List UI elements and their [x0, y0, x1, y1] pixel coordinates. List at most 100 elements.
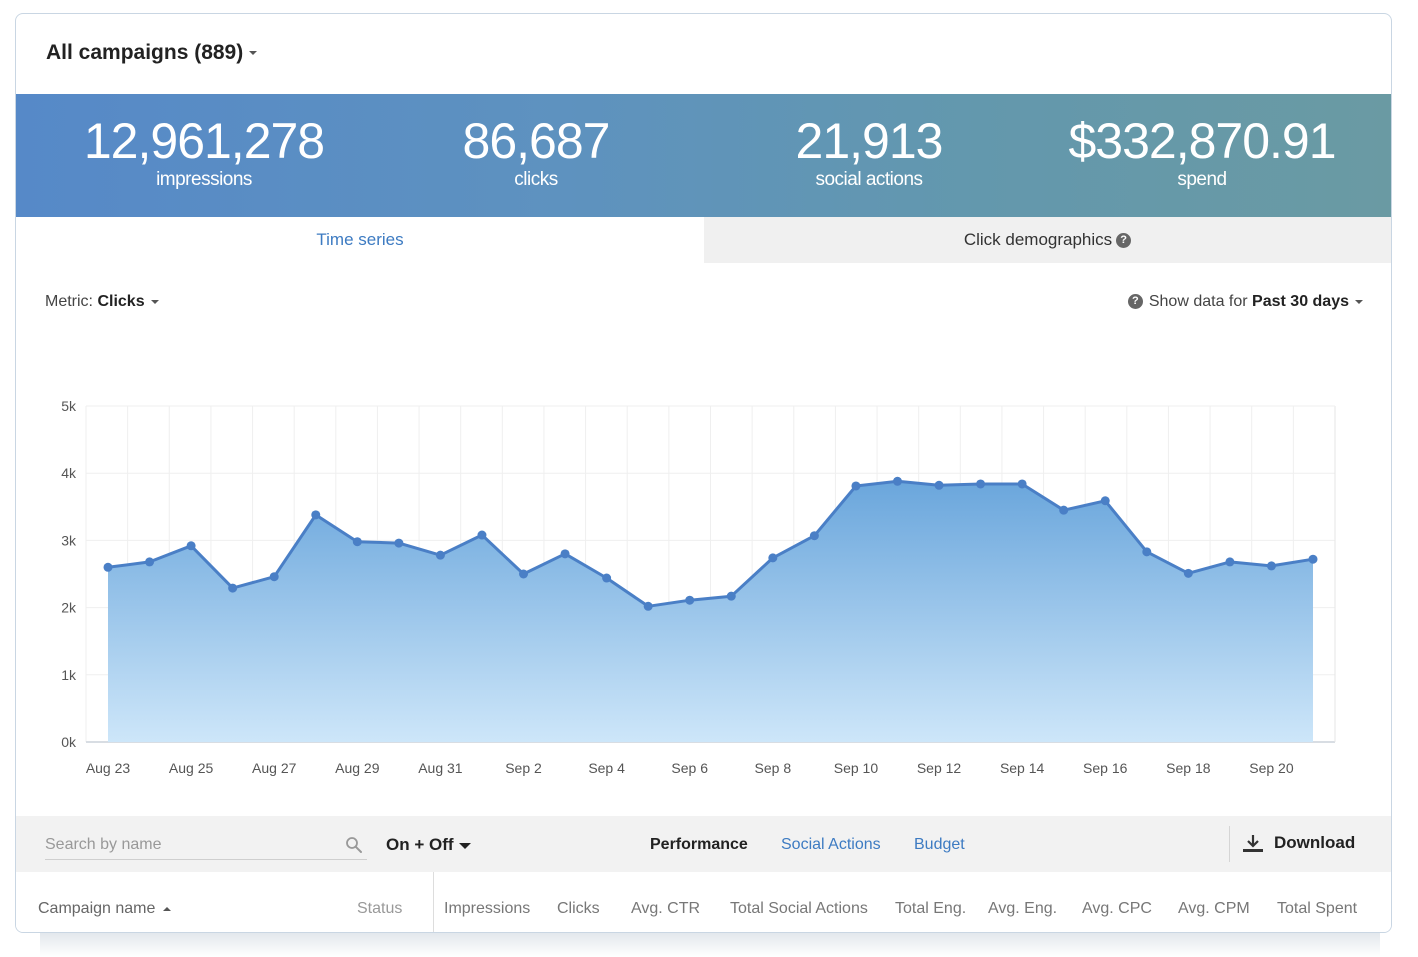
- search-field: [45, 833, 367, 860]
- x-tick-label: Sep 14: [1000, 760, 1045, 776]
- help-icon[interactable]: ?: [1116, 233, 1132, 249]
- column-clicks[interactable]: Clicks: [557, 900, 600, 918]
- y-tick-label: 2k: [61, 600, 77, 616]
- column-avg-ctr[interactable]: Avg. CTR: [631, 900, 700, 918]
- y-tick-label: 4k: [61, 465, 77, 481]
- stat-spend: $332,870.91 spend: [1032, 94, 1372, 191]
- data-point: [311, 510, 321, 520]
- tab-time-series[interactable]: Time series: [16, 217, 704, 263]
- view-performance[interactable]: Performance: [650, 836, 748, 854]
- data-point: [1225, 557, 1235, 567]
- column-campaign-name[interactable]: Campaign name: [38, 900, 172, 918]
- column-avg-cpc[interactable]: Avg. CPC: [1082, 900, 1152, 918]
- campaign-selector[interactable]: All campaigns (889): [46, 41, 258, 65]
- tab-label: Time series: [316, 230, 404, 249]
- x-tick-label: Sep 20: [1249, 760, 1294, 776]
- data-point: [643, 601, 653, 611]
- column-status[interactable]: Status: [357, 900, 402, 918]
- tab-label: Click demographics: [963, 230, 1113, 249]
- x-tick-label: Sep 10: [834, 760, 879, 776]
- data-point: [145, 557, 155, 567]
- data-point: [477, 530, 487, 540]
- data-point: [1017, 479, 1027, 489]
- x-tick-label: Sep 8: [755, 760, 792, 776]
- x-tick-label: Sep 4: [588, 760, 625, 776]
- campaign-selector-label: All campaigns (889): [46, 41, 244, 64]
- x-tick-label: Aug 29: [335, 760, 380, 776]
- data-point: [726, 591, 736, 601]
- status-filter-label: On + Off: [386, 835, 454, 854]
- date-range-selector[interactable]: ? Show data for Past 30 days: [1127, 293, 1363, 311]
- stat-value: 12,961,278: [83, 113, 325, 169]
- stats-banner: 12,961,278 impressions 86,687 clicks 21,…: [16, 94, 1391, 217]
- data-point: [228, 583, 238, 593]
- data-point: [435, 550, 445, 560]
- stat-clicks: 86,687 clicks: [366, 94, 706, 191]
- data-point: [768, 553, 778, 563]
- metric-value: Clicks: [97, 293, 145, 310]
- data-point: [976, 479, 986, 489]
- chevron-down-icon: [249, 51, 258, 56]
- clicks-area-chart: 0k 1k 2k 3k 4k 5k Aug 23 Aug 25 Aug 27 Aug 29 Aug…: [61, 398, 1336, 776]
- x-tick-label: Sep 2: [505, 760, 542, 776]
- x-tick-label: Sep 6: [671, 760, 708, 776]
- view-budget[interactable]: Budget: [914, 836, 965, 854]
- sort-ascending-icon: [163, 906, 172, 911]
- data-point: [1100, 496, 1110, 506]
- tab-click-demographics[interactable]: Click demographics?: [704, 217, 1391, 263]
- column-total-eng[interactable]: Total Eng.: [895, 900, 966, 918]
- data-point: [519, 569, 529, 579]
- stat-value: 86,687: [462, 113, 611, 169]
- data-point: [269, 572, 279, 582]
- data-point: [103, 562, 113, 572]
- chevron-down-icon: [458, 842, 471, 849]
- card-header: All campaigns (889): [16, 14, 1391, 94]
- campaign-dashboard-card: All campaigns (889) 12,961,278 impressio…: [15, 13, 1392, 933]
- chevron-down-icon: [150, 299, 159, 304]
- stat-label: spend: [1177, 169, 1227, 190]
- x-tick-label: Sep 16: [1083, 760, 1128, 776]
- x-tick-label: Sep 18: [1166, 760, 1211, 776]
- data-point: [685, 595, 695, 605]
- toolbar-divider: [1229, 826, 1230, 862]
- y-tick-label: 1k: [61, 667, 77, 683]
- search-icon[interactable]: [345, 836, 363, 854]
- column-total-social-actions[interactable]: Total Social Actions: [730, 900, 868, 918]
- column-avg-cpm[interactable]: Avg. CPM: [1178, 900, 1250, 918]
- metric-selector[interactable]: Metric: Clicks: [45, 293, 159, 311]
- data-point: [602, 573, 612, 583]
- download-button[interactable]: Download: [1242, 833, 1355, 854]
- column-label: Campaign name: [38, 900, 156, 917]
- column-impressions[interactable]: Impressions: [444, 900, 530, 918]
- chevron-down-icon: [1355, 299, 1363, 304]
- stat-label: clicks: [514, 169, 558, 190]
- table-toolbar: On + Off Performance Social Actions Budg…: [16, 816, 1391, 872]
- search-input[interactable]: [45, 833, 335, 857]
- data-point: [352, 537, 362, 547]
- data-point: [1308, 554, 1318, 564]
- data-point: [186, 541, 196, 551]
- range-value: Past 30 days: [1252, 293, 1349, 310]
- range-label: Show data for: [1148, 293, 1248, 310]
- data-point: [1266, 561, 1276, 571]
- view-social-actions[interactable]: Social Actions: [781, 836, 881, 854]
- column-avg-eng[interactable]: Avg. Eng.: [988, 900, 1057, 918]
- stat-label: social actions: [815, 169, 923, 190]
- download-icon: [1243, 834, 1263, 852]
- x-tick-label: Aug 31: [418, 760, 463, 776]
- help-icon[interactable]: ?: [1127, 294, 1143, 310]
- x-tick-label: Sep 12: [917, 760, 962, 776]
- download-label: Download: [1274, 833, 1356, 852]
- column-total-spent[interactable]: Total Spent: [1277, 900, 1357, 918]
- stat-social-actions: 21,913 social actions: [699, 94, 1039, 191]
- data-point: [892, 476, 902, 486]
- data-point: [851, 481, 861, 491]
- y-tick-label: 3k: [61, 532, 77, 548]
- data-point: [1059, 505, 1069, 515]
- data-point: [1142, 547, 1152, 557]
- x-tick-label: Aug 25: [169, 760, 214, 776]
- stat-value: 21,913: [795, 113, 944, 169]
- stat-label: impressions: [156, 169, 252, 190]
- y-tick-label: 5k: [61, 398, 77, 414]
- status-filter-dropdown[interactable]: On + Off: [386, 835, 471, 855]
